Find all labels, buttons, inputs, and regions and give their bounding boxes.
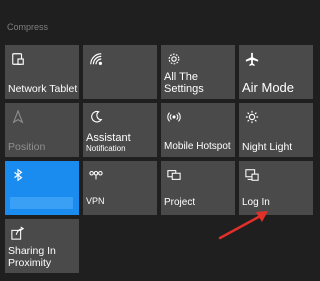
tablet-mode-icon <box>10 51 26 67</box>
connect-tile[interactable]: Log In <box>239 161 313 215</box>
tile-label: Project <box>164 197 196 208</box>
focus-assist-tile[interactable]: Assistant Notification <box>83 103 157 157</box>
location-icon <box>10 109 26 125</box>
quick-actions-grid: Network Tablet Mode All The Settings Air… <box>5 45 313 273</box>
tile-label: Air Mode <box>242 80 295 95</box>
location-tile[interactable]: Position <box>5 103 79 157</box>
night-light-tile[interactable]: Night Light <box>239 103 313 157</box>
tile-label: Mobile Hotspot <box>164 141 231 152</box>
airplane-icon <box>244 51 260 67</box>
tile-label: All The Settings <box>164 71 204 95</box>
tile-label: VPN <box>86 196 105 206</box>
airplane-mode-tile[interactable]: Air Mode <box>239 45 313 99</box>
project-icon <box>166 167 182 183</box>
brightness-icon <box>244 109 260 125</box>
vpn-tile[interactable]: VPN <box>83 161 157 215</box>
moon-icon <box>88 109 104 125</box>
bluetooth-icon <box>10 167 26 183</box>
tile-label: Log In <box>242 197 270 208</box>
network-icon <box>88 51 104 67</box>
settings-gear-icon <box>166 51 182 67</box>
bluetooth-status-bar <box>10 197 73 209</box>
bluetooth-tile[interactable] <box>5 161 79 215</box>
tile-label: Position <box>8 141 46 153</box>
tile-label: Sharing In Proximity <box>8 245 56 269</box>
mobile-hotspot-tile[interactable]: Mobile Hotspot <box>161 103 235 157</box>
collapse-link[interactable]: Compress <box>7 22 48 32</box>
vpn-icon <box>88 167 104 183</box>
tile-main-label: Assistant <box>86 132 131 144</box>
connect-icon <box>244 167 260 183</box>
hotspot-icon <box>166 109 182 125</box>
share-icon <box>10 225 26 241</box>
tablet-mode-tile[interactable]: Network Tablet Mode <box>5 45 79 99</box>
network-tile[interactable] <box>83 45 157 99</box>
tile-sublabel: Notification <box>86 144 126 153</box>
project-tile[interactable]: Project <box>161 161 235 215</box>
tile-label: Night Light <box>242 141 293 153</box>
nearby-sharing-tile[interactable]: Sharing In Proximity <box>5 219 79 273</box>
all-settings-tile[interactable]: All The Settings <box>161 45 235 99</box>
tile-label: Assistant Notification <box>86 132 155 154</box>
tile-label: Network Tablet Mode <box>8 83 79 95</box>
